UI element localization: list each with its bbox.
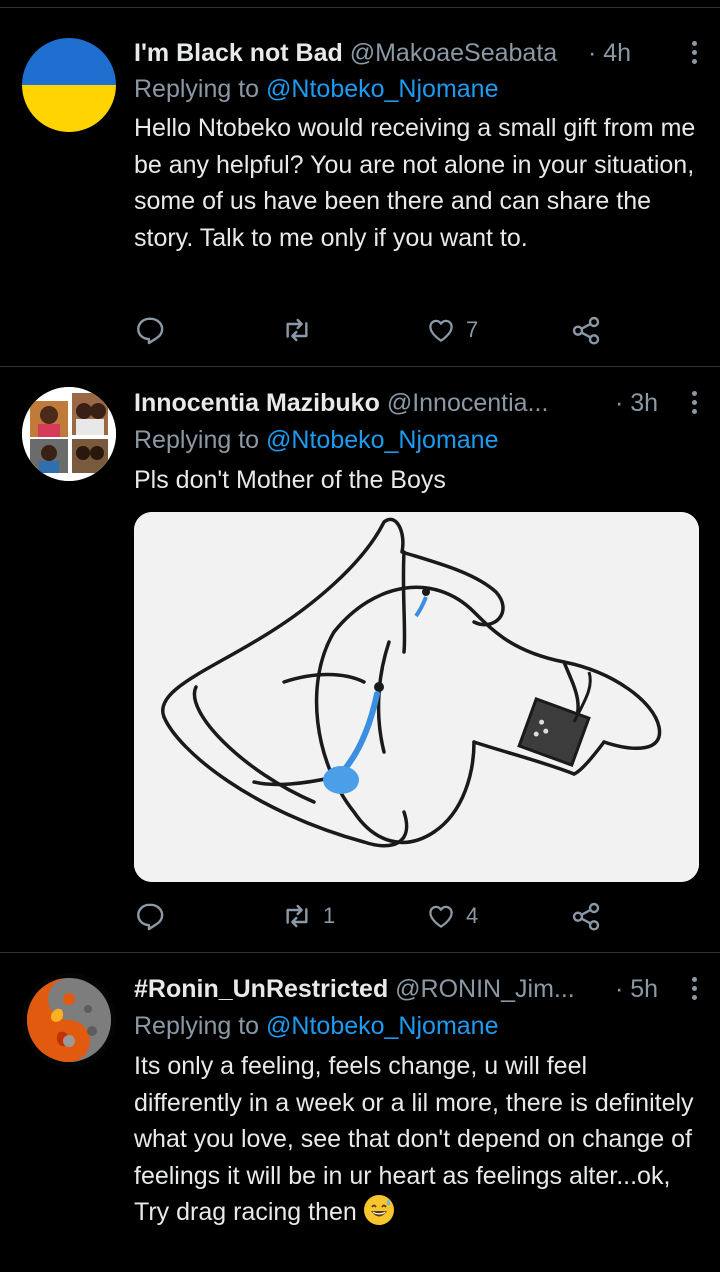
tweet-header: Innocentia Mazibuko @Innocentia... · 3h [134,387,704,419]
heart-icon [429,319,453,342]
share-icon [572,902,600,931]
replying-to-label: Replying to [134,1012,267,1040]
retweet-count: 1 [323,903,336,928]
mention-link[interactable]: @Ntobeko_Njomane [266,75,498,103]
retweet-icon [286,318,308,342]
avatar[interactable] [22,387,116,481]
share-button[interactable] [570,899,602,933]
tweet-actions: 7 [134,313,614,347]
tweet-header: #Ronin_UnRestricted @RONIN_Jim... · 5h [134,973,704,1005]
tweet-divider [0,366,720,367]
like-count: 4 [466,903,479,928]
like-button[interactable]: 4 [426,899,478,933]
retweet-icon [286,904,308,928]
share-button[interactable] [570,313,602,347]
tweet-text: Hello Ntobeko would receiving a small gi… [134,114,696,252]
grinning-sweat-emoji-icon [363,1195,394,1225]
tweet-text-content: Its only a feeling, feels change, u will… [134,1052,694,1226]
user-handle[interactable]: @MakoaeSeabata [350,39,557,67]
display-name[interactable]: I'm Black not Bad [134,39,343,67]
replying-to: Replying to @Ntobeko_Njomane [134,424,704,456]
heart-icon [429,905,453,928]
top-divider [0,7,720,8]
tweet-actions: 1 4 [134,899,614,933]
mention-link[interactable]: @Ntobeko_Njomane [266,1012,498,1040]
share-icon [572,316,600,345]
display-name[interactable]: Innocentia Mazibuko [134,389,380,417]
avatar[interactable] [22,973,116,1067]
tweet-divider [0,952,720,953]
more-icon[interactable] [692,391,698,415]
attached-image[interactable] [134,512,699,882]
reply-icon [137,903,164,931]
like-count: 7 [466,317,479,342]
avatar[interactable] [22,38,116,132]
reply-button[interactable] [134,313,166,347]
tweet-text: Its only a feeling, feels change, u will… [134,1048,699,1231]
tweet-text: Pls don't Mother of the Boys [134,466,446,494]
tweet-header: I'm Black not Bad @MakoaeSeabata · 4h [134,37,704,69]
mention-link[interactable]: @Ntobeko_Njomane [266,426,498,454]
timestamp[interactable]: · 5h [615,973,658,1005]
replying-to-label: Replying to [134,426,267,454]
user-handle[interactable]: @Innocentia... [387,389,549,417]
replying-to-label: Replying to [134,75,267,103]
replying-to: Replying to @Ntobeko_Njomane [134,73,704,105]
user-handle[interactable]: @RONIN_Jim... [395,975,575,1003]
more-icon[interactable] [692,977,698,1001]
more-icon[interactable] [692,41,698,65]
replying-to: Replying to @Ntobeko_Njomane [134,1010,704,1042]
reply-icon [137,317,164,345]
retweet-button[interactable] [281,313,323,347]
timestamp[interactable]: · 3h [615,387,658,419]
timestamp[interactable]: · 4h [588,37,631,69]
display-name[interactable]: #Ronin_UnRestricted [134,975,388,1003]
crying-pillow-illustration [134,512,699,882]
like-button[interactable]: 7 [426,313,478,347]
reply-button[interactable] [134,899,166,933]
retweet-button[interactable]: 1 [281,899,335,933]
